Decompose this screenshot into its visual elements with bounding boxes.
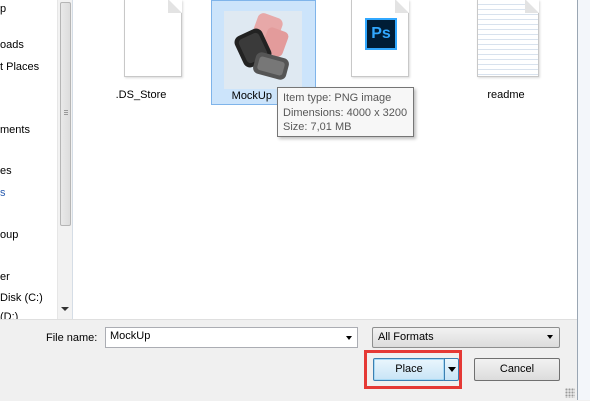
navigation-pane: p oads t Places ments es s oup er Disk (… — [0, 0, 73, 319]
sidebar-item-drive-d[interactable]: (D:) — [0, 311, 18, 319]
sidebar-item-documents[interactable]: ments — [0, 124, 30, 136]
photoshop-document-icon: Ps — [351, 0, 409, 77]
chevron-down-icon[interactable] — [346, 336, 352, 340]
sidebar-item-local-disk-c[interactable]: Disk (C:) — [0, 292, 43, 304]
place-options-button[interactable] — [444, 358, 459, 381]
scroll-down-arrow-icon[interactable] — [61, 307, 69, 311]
file-item-readme[interactable]: readme — [456, 0, 556, 105]
resize-grip-icon[interactable] — [565, 388, 575, 398]
sidebar-item-computer[interactable]: er — [0, 271, 10, 283]
grip-icon — [64, 110, 68, 111]
sidebar-item-homegroup[interactable]: oup — [0, 229, 18, 241]
file-list: .DS_Store MockUp Ps readme — [73, 0, 577, 319]
sidebar-item-desktop[interactable]: p — [0, 3, 6, 15]
tooltip-size: Size: 7,01 MB — [283, 121, 352, 133]
sidebar-item-recent-places[interactable]: t Places — [0, 61, 39, 73]
file-name-input[interactable]: MockUp — [105, 327, 358, 348]
text-document-icon — [477, 0, 539, 77]
file-name-label: readme — [487, 89, 525, 101]
place-button[interactable]: Place — [373, 358, 445, 381]
page-fold-icon — [168, 0, 182, 13]
file-name-value: MockUp — [110, 330, 151, 342]
tooltip-item-type: Item type: PNG image — [283, 92, 392, 104]
tooltip-dimensions: Dimensions: 4000 x 3200 — [283, 106, 408, 119]
sidebar-item-pictures[interactable]: es — [0, 165, 12, 177]
window-border — [577, 0, 590, 400]
chevron-down-icon — [448, 367, 456, 372]
photoshop-logo-icon: Ps — [365, 18, 397, 50]
sidebar-item-videos[interactable]: s — [0, 187, 6, 199]
file-name-field-label: File name: — [46, 332, 98, 344]
cancel-button[interactable]: Cancel — [474, 358, 560, 381]
sidebar-item-downloads[interactable]: oads — [0, 39, 24, 51]
file-format-select[interactable]: All Formats — [372, 327, 560, 348]
scrollbar-thumb[interactable] — [60, 2, 71, 226]
file-info-tooltip: Item type: PNG image Dimensions: 4000 x … — [277, 87, 414, 137]
page-fold-icon — [525, 0, 539, 13]
file-name-label: MockUp — [231, 90, 272, 102]
blank-document-icon — [124, 0, 182, 77]
watch-image-thumbnail — [224, 11, 302, 89]
file-format-value: All Formats — [378, 331, 434, 343]
chevron-down-icon — [547, 335, 553, 339]
sidebar-scrollbar[interactable] — [57, 0, 72, 319]
file-item-ds-store[interactable]: .DS_Store — [91, 0, 191, 105]
page-fold-icon — [395, 0, 409, 13]
file-name-label: .DS_Store — [115, 89, 167, 101]
